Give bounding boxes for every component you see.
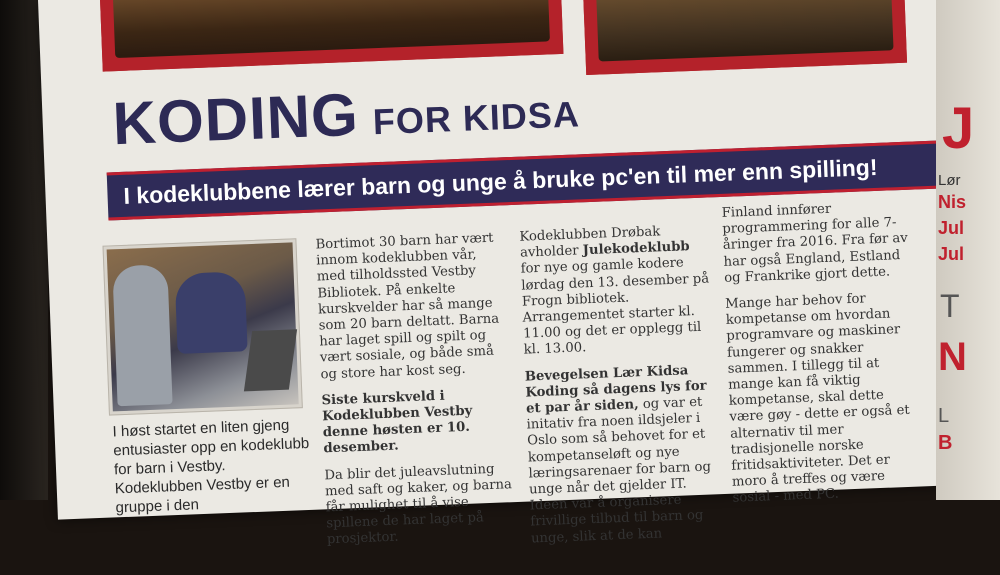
facing-heading: J bbox=[942, 96, 975, 161]
facing-text-6: N bbox=[938, 335, 967, 379]
column-2: Kodeklubben Drøbak avholder Julekodeklub… bbox=[519, 222, 721, 557]
facing-text-5: T bbox=[940, 288, 960, 324]
title-main: KODING bbox=[111, 80, 360, 158]
facing-text-3: Jul bbox=[938, 218, 965, 238]
column-1: Bortimot 30 barn har vært innom kodeklub… bbox=[315, 230, 517, 559]
col1-paragraph-1: Bortimot 30 barn har vært innom kodeklub… bbox=[315, 230, 500, 383]
col2-paragraph-1: Kodeklubben Drøbak avholder Julekodeklub… bbox=[519, 224, 710, 359]
facing-page: J Lør Nis Jul Jul T N L B bbox=[936, 0, 1000, 500]
col3-paragraph-2: Mange har behov for kompetanse om hvorda… bbox=[724, 291, 910, 507]
magazine-page: KODING FOR KIDSA I kodeklubbene lærer bar… bbox=[38, 0, 988, 548]
article-title: KODING FOR KIDSA bbox=[111, 71, 581, 158]
photo-caption: I høst startet en liten gjeng entusiaste… bbox=[112, 416, 310, 517]
col1-heading: Siste kurskveld i Kodeklubben Vestby den… bbox=[321, 388, 473, 457]
kids-coding-photo bbox=[102, 238, 303, 416]
col1-paragraph-2: Da blir det juleavslutning med saft og k… bbox=[324, 461, 513, 548]
facing-text-1: Lør bbox=[938, 172, 961, 189]
facing-text-4: Jul bbox=[938, 244, 965, 264]
facing-text-2: Nis bbox=[938, 192, 967, 212]
col3-paragraph-1: Finland innfører programmering for alle … bbox=[721, 201, 909, 286]
top-photo-right bbox=[582, 0, 908, 76]
column-3: Finland innfører programmering for alle … bbox=[721, 199, 923, 518]
col2-paragraph-2: Bevegelsen Lær Kidsa Koding så dagens ly… bbox=[524, 362, 712, 547]
top-photo-left bbox=[99, 0, 564, 72]
facing-text-8: B bbox=[938, 432, 953, 454]
title-sub: FOR KIDSA bbox=[372, 93, 581, 143]
facing-text-7: L bbox=[938, 405, 950, 427]
